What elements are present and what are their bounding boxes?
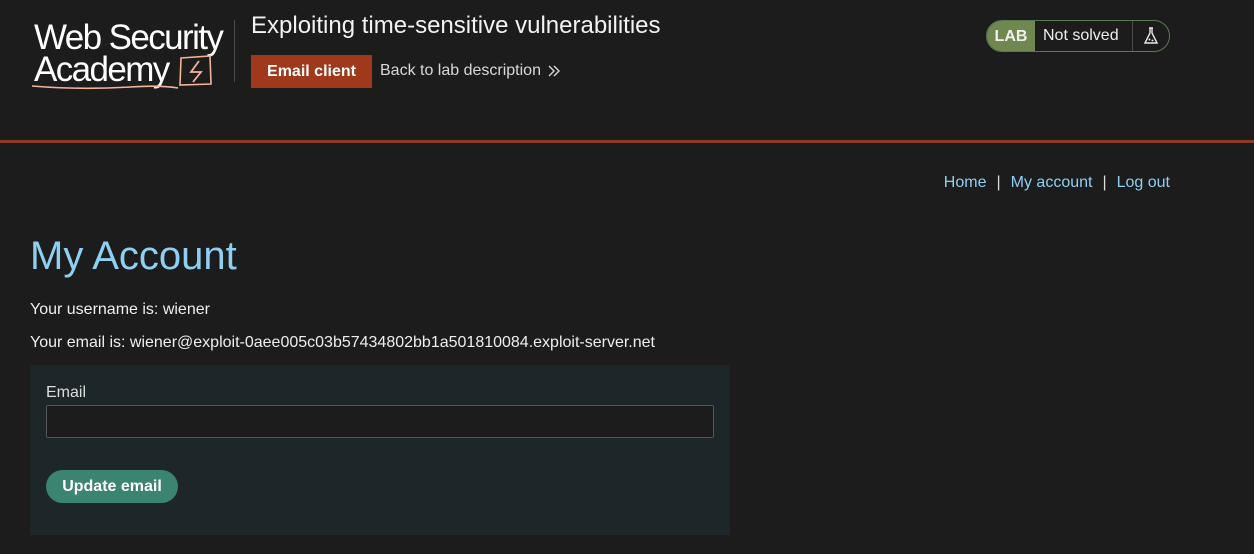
nav-my-account-link[interactable]: My account xyxy=(1011,174,1093,192)
account-nav: Home | My account | Log out xyxy=(944,174,1170,192)
header-accent-line xyxy=(0,140,1254,143)
lab-tag: LAB xyxy=(987,21,1035,51)
username-info: Your username is: wiener xyxy=(30,301,210,318)
logo-accent-icon xyxy=(31,55,212,90)
email-field[interactable] xyxy=(46,405,714,438)
update-email-button[interactable]: Update email xyxy=(46,470,178,503)
change-email-form: Email Update email xyxy=(30,365,730,535)
email-client-button[interactable]: Email client xyxy=(251,55,372,88)
nav-home-link[interactable]: Home xyxy=(944,174,987,192)
lab-status-text: Not solved xyxy=(1035,21,1133,51)
email-info: Your email is: wiener@exploit-0aee005c03… xyxy=(30,334,655,351)
lab-status-badge: LAB Not solved xyxy=(986,20,1170,52)
header: Web Security Academy Exploiting time-sen… xyxy=(0,0,1254,140)
nav-separator: | xyxy=(996,174,1001,191)
double-chevron-right-icon xyxy=(548,64,561,78)
lab-title: Exploiting time-sensitive vulnerabilitie… xyxy=(251,12,661,39)
page-title: My Account xyxy=(30,234,237,278)
back-to-lab-description-link[interactable]: Back to lab description xyxy=(380,62,561,80)
back-link-label: Back to lab description xyxy=(380,62,541,79)
email-field-label: Email xyxy=(46,384,87,401)
nav-separator: | xyxy=(1102,174,1107,191)
flask-icon xyxy=(1133,21,1169,51)
nav-log-out-link[interactable]: Log out xyxy=(1117,174,1170,192)
web-security-academy-logo[interactable]: Web Security Academy xyxy=(30,16,232,92)
header-divider xyxy=(234,20,235,82)
